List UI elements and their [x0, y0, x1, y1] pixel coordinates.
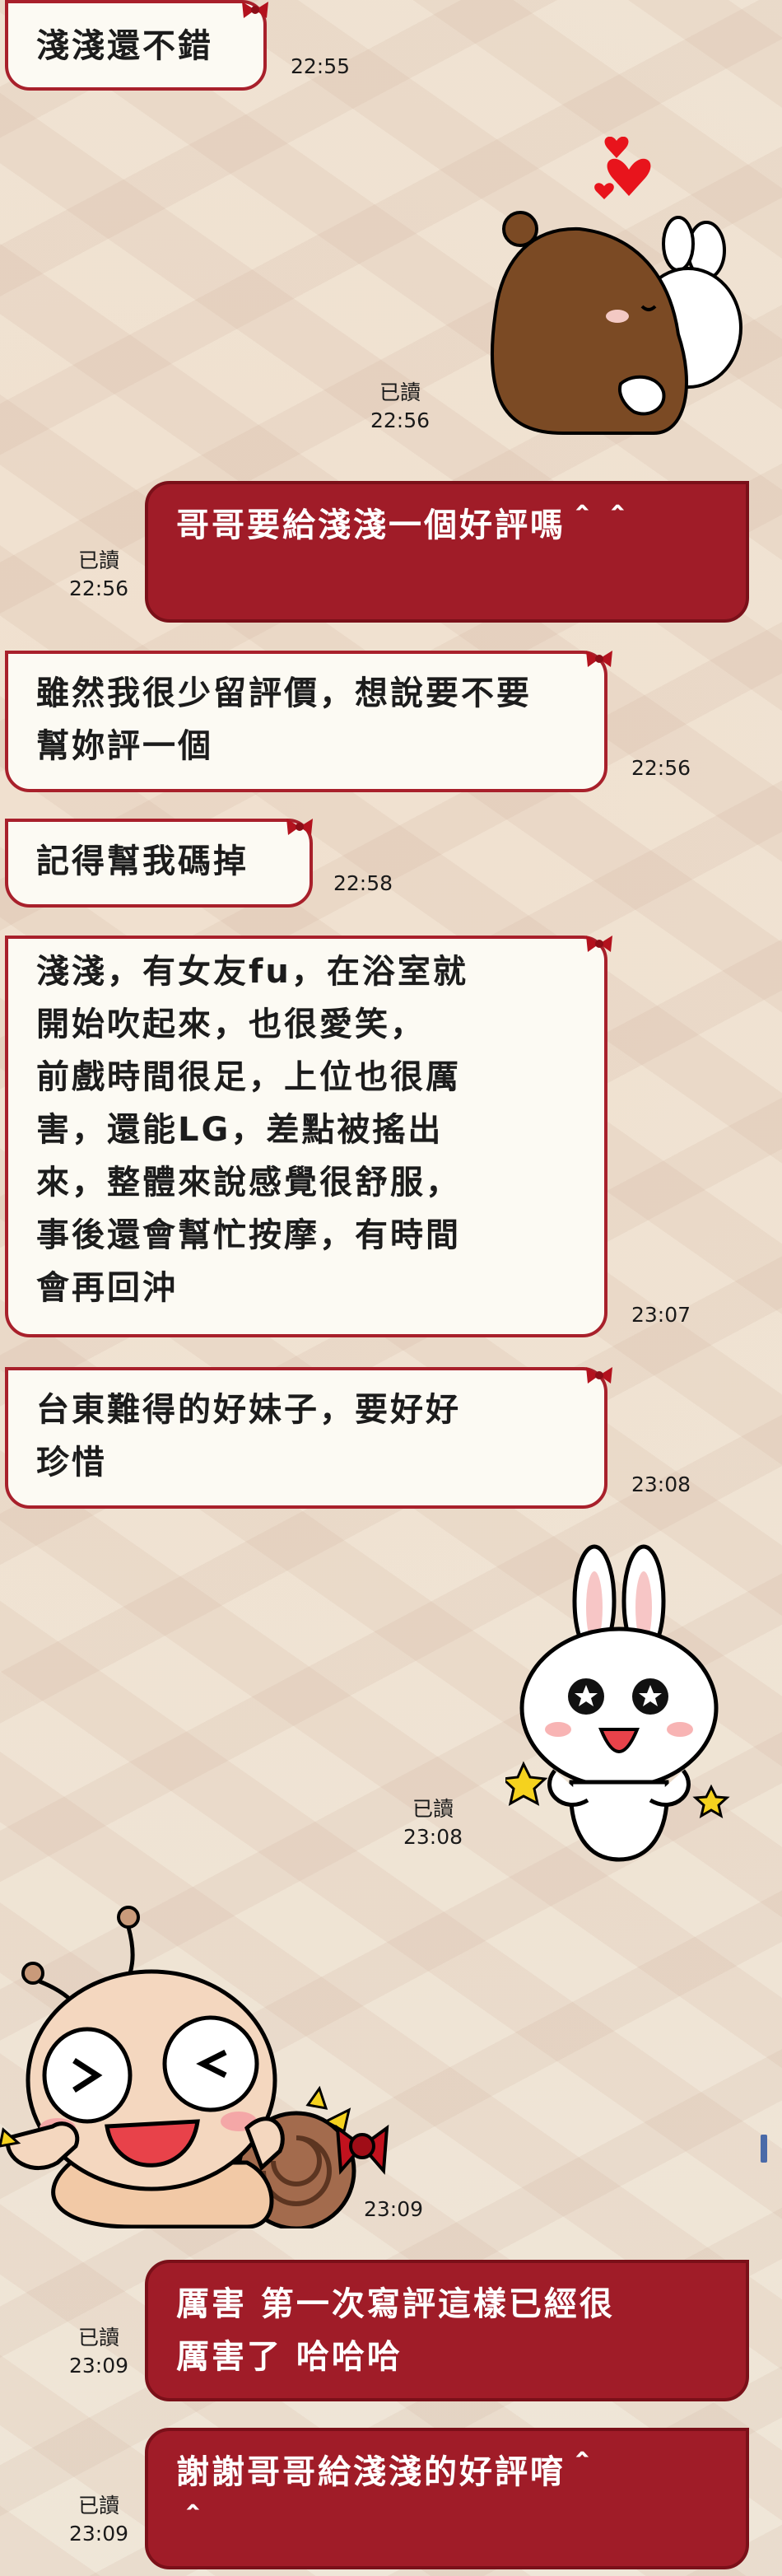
chat-thread[interactable]: 淺淺還不錯 22:55 已讀 22:56 已讀 22:56 哥哥要給淺淺一個好評…	[0, 0, 782, 2576]
message-time: 22:58	[333, 871, 393, 895]
message-bubble-outgoing[interactable]: 厲害 第一次寫評這樣已經很 厲害了 哈哈哈	[145, 2260, 749, 2401]
message-time: 23:09	[363, 2197, 424, 2221]
message-line: 厲害 第一次寫評這樣已經很	[176, 2285, 615, 2323]
message-line: 台東難得的好妹子，要好好	[36, 1391, 461, 1429]
message-line: 開始吹起來，也很愛笑，	[36, 1006, 426, 1043]
read-receipt: 已讀	[77, 548, 119, 572]
message-bubble-incoming[interactable]: 台東難得的好妹子，要好好 珍惜	[5, 1367, 607, 1509]
message-time: 23:07	[631, 1303, 691, 1327]
message-time: 22:55	[290, 54, 351, 78]
scrollbar-indicator[interactable]	[761, 2135, 767, 2163]
message-time: 22:56	[631, 756, 691, 780]
message-meta: 已讀 22:56	[356, 379, 445, 435]
bow-icon	[584, 1365, 614, 1385]
sticker-brown-hugging-cony[interactable]	[472, 137, 744, 441]
message-bubble-outgoing[interactable]: 哥哥要給淺淺一個好評嗎＾＾	[145, 481, 749, 623]
message-time: 22:56	[370, 408, 431, 432]
message-meta: 已讀 23:09	[54, 2324, 143, 2380]
message-line: 謝謝哥哥給淺淺的好評唷＾	[176, 2453, 601, 2491]
message-line: 害，還能LG，差點被搖出	[36, 1111, 444, 1149]
message-line: 來，整體來說感覺很舒服，	[36, 1164, 461, 1202]
sticker-cony-cheering[interactable]	[505, 1543, 733, 1864]
message-bubble-outgoing[interactable]: 謝謝哥哥給淺淺的好評唷＾ ＾	[145, 2428, 749, 2569]
message-meta: 22:55	[283, 53, 357, 81]
message-text: 記得幫我碼掉	[36, 842, 249, 880]
message-text: 哥哥要給淺淺一個好評嗎＾＾	[176, 506, 636, 544]
message-time: 23:08	[403, 1825, 463, 1849]
bow-icon	[240, 0, 270, 20]
read-receipt: 已讀	[379, 380, 421, 404]
read-receipt: 已讀	[77, 2494, 119, 2518]
message-bubble-incoming[interactable]: 淺淺，有女友fu，在浴室就 開始吹起來，也很愛笑， 前戲時間很足，上位也很厲 害…	[5, 936, 607, 1337]
message-text: 淺淺還不錯	[36, 27, 213, 65]
message-line: ＾	[176, 2506, 212, 2544]
message-meta: 22:58	[324, 870, 402, 898]
read-receipt: 已讀	[77, 2326, 119, 2350]
message-line: 珍惜	[36, 1444, 107, 1482]
message-text: 雖然我很少留評價，想說要不要幫妳評一個	[36, 674, 532, 765]
message-bubble-incoming[interactable]: 記得幫我碼掉	[5, 819, 313, 908]
message-time: 23:09	[68, 2354, 129, 2378]
message-meta: 已讀 23:08	[390, 1795, 476, 1851]
message-line: 淺淺，有女友fu，在浴室就	[36, 953, 468, 991]
sticker-snail-kid-thumbs-up[interactable]	[0, 1899, 451, 2228]
message-time: 23:09	[68, 2522, 129, 2546]
bow-icon	[584, 649, 614, 669]
message-meta: 已讀 22:56	[54, 547, 143, 603]
message-line: 厲害了 哈哈哈	[176, 2338, 403, 2376]
message-line: 前戲時間很足，上位也很厲	[36, 1058, 461, 1096]
bow-icon	[584, 934, 614, 954]
read-receipt: 已讀	[412, 1797, 454, 1821]
message-time: 22:56	[68, 576, 129, 600]
message-line: 事後還會幫忙按摩，有時間	[36, 1216, 461, 1254]
message-bubble-incoming[interactable]: 淺淺還不錯	[5, 0, 267, 91]
message-bubble-incoming[interactable]: 雖然我很少留評價，想說要不要幫妳評一個	[5, 651, 607, 792]
bow-icon	[285, 817, 314, 837]
message-meta: 23:08	[622, 1471, 700, 1499]
message-meta: 已讀 23:09	[54, 2492, 143, 2548]
message-meta: 23:09	[352, 2196, 435, 2224]
message-meta: 22:56	[622, 754, 700, 782]
message-line: 會再回沖	[36, 1269, 178, 1307]
message-meta: 23:07	[622, 1301, 700, 1329]
message-time: 23:08	[631, 1472, 691, 1496]
